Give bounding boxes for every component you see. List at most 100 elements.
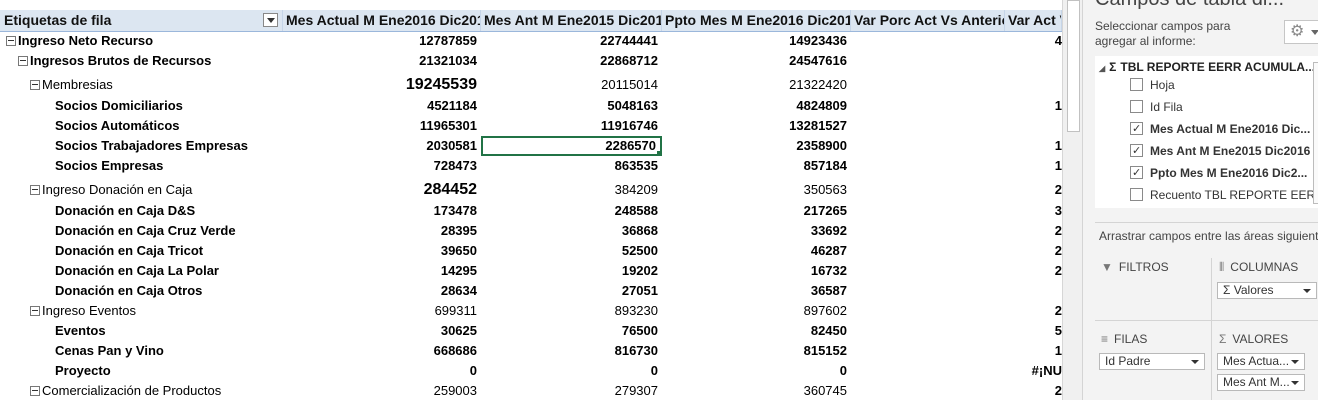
value-cell[interactable] <box>851 96 1005 116</box>
value-cell[interactable]: 33692 <box>662 221 851 241</box>
vertical-scrollbar[interactable] <box>1062 0 1083 400</box>
value-cell[interactable] <box>851 301 1005 321</box>
value-cell[interactable]: 248588 <box>481 201 662 221</box>
header-row-labels[interactable]: Etiquetas de fila <box>0 10 283 31</box>
row-label[interactable]: Membresias <box>0 73 283 96</box>
collapse-icon[interactable] <box>30 305 40 316</box>
field-item[interactable]: Id Fila <box>1130 98 1183 116</box>
field-checkbox[interactable] <box>1130 100 1143 114</box>
value-cell[interactable]: 2 <box>1005 178 1062 201</box>
value-cell[interactable]: 0 <box>283 361 481 381</box>
value-cell[interactable]: 22868712 <box>481 51 662 71</box>
value-cell[interactable] <box>851 381 1005 400</box>
value-cell[interactable]: 284452 <box>283 178 481 201</box>
value-cell[interactable]: 893230 <box>481 301 662 321</box>
field-item[interactable]: Ppto Mes M Ene2016 Dic2... <box>1130 164 1307 182</box>
value-cell[interactable] <box>1005 116 1062 136</box>
collapse-icon[interactable] <box>30 184 40 195</box>
collapse-icon[interactable] <box>30 79 40 90</box>
field-checkbox[interactable] <box>1130 188 1143 202</box>
row-label[interactable]: Socios Domiciliarios <box>0 96 283 116</box>
value-cell[interactable] <box>851 116 1005 136</box>
value-cell[interactable]: 19202 <box>481 261 662 281</box>
row-label[interactable]: Donación en Caja Cruz Verde <box>0 221 283 241</box>
value-cell[interactable]: 816730 <box>481 341 662 361</box>
value-cell[interactable]: 24547616 <box>662 51 851 71</box>
row-label[interactable]: Proyecto <box>0 361 283 381</box>
table-node[interactable]: ◢ Σ TBL REPORTE EERR ACUMULA... <box>1099 60 1315 74</box>
value-cell[interactable] <box>851 321 1005 341</box>
field-checkbox[interactable] <box>1130 164 1143 182</box>
value-cell[interactable]: 1 <box>1005 136 1062 156</box>
value-cell[interactable]: 5 <box>1005 321 1062 341</box>
valores-item-1-dropdown[interactable]: Mes Actua... <box>1217 353 1305 370</box>
field-checkbox[interactable] <box>1130 78 1143 92</box>
row-label[interactable]: Ingresos Brutos de Recursos <box>0 51 283 71</box>
value-cell[interactable] <box>1005 51 1062 71</box>
row-label[interactable]: Cenas Pan y Vino <box>0 341 283 361</box>
field-checkbox[interactable] <box>1130 120 1143 138</box>
row-label[interactable]: Socios Empresas <box>0 156 283 176</box>
field-item[interactable]: Mes Ant M Ene2015 Dic2016 <box>1130 142 1310 160</box>
collapse-icon[interactable] <box>30 385 40 396</box>
field-checkbox[interactable] <box>1130 142 1143 160</box>
value-cell[interactable]: 173478 <box>283 201 481 221</box>
value-cell[interactable] <box>851 51 1005 71</box>
value-cell[interactable]: 2358900 <box>662 136 851 156</box>
value-cell[interactable]: 39650 <box>283 241 481 261</box>
value-cell[interactable]: 19245539 <box>283 73 481 96</box>
valores-item-2-dropdown[interactable]: Mes Ant M... <box>1217 374 1305 391</box>
row-label[interactable]: Donación en Caja Otros <box>0 281 283 301</box>
value-cell[interactable] <box>851 31 1005 51</box>
header-var-porc[interactable]: Var Porc Act Vs Anterior <box>851 10 1005 31</box>
value-cell[interactable]: 217265 <box>662 201 851 221</box>
value-cell[interactable] <box>851 73 1005 96</box>
value-cell[interactable]: 21321034 <box>283 51 481 71</box>
collapse-icon[interactable] <box>18 55 28 66</box>
value-cell[interactable] <box>1005 73 1062 96</box>
row-labels-filter-button[interactable] <box>263 13 278 27</box>
value-cell[interactable]: 14923436 <box>662 31 851 51</box>
header-mes-actual[interactable]: Mes Actual M Ene2016 Dic2016 <box>283 10 481 31</box>
value-cell[interactable]: 728473 <box>283 156 481 176</box>
value-cell[interactable]: 863535 <box>481 156 662 176</box>
value-cell[interactable]: 350563 <box>662 178 851 201</box>
value-cell[interactable]: 0 <box>662 361 851 381</box>
value-cell[interactable]: 28395 <box>283 221 481 241</box>
value-cell[interactable]: 52500 <box>481 241 662 261</box>
value-cell[interactable] <box>851 361 1005 381</box>
value-cell[interactable] <box>851 136 1005 156</box>
value-cell[interactable]: 0 <box>481 361 662 381</box>
value-cell[interactable]: 668686 <box>283 341 481 361</box>
value-cell[interactable]: 2 <box>1005 381 1062 400</box>
value-cell[interactable]: 30625 <box>283 321 481 341</box>
row-label[interactable]: Donación en Caja D&S <box>0 201 283 221</box>
field-list-settings-button[interactable]: ⚙ <box>1284 20 1318 44</box>
value-cell[interactable]: 4521184 <box>283 96 481 116</box>
value-cell[interactable]: 2 <box>1005 241 1062 261</box>
value-cell[interactable]: 699311 <box>283 301 481 321</box>
value-cell[interactable]: 2286570 <box>481 136 662 156</box>
value-cell[interactable]: #¡NU <box>1005 361 1062 381</box>
value-cell[interactable]: 28634 <box>283 281 481 301</box>
value-cell[interactable]: 12787859 <box>283 31 481 51</box>
scrollbar-thumb[interactable] <box>1067 0 1080 132</box>
row-label[interactable]: Donación en Caja Tricot <box>0 241 283 261</box>
field-item[interactable]: Mes Actual M Ene2016 Dic... <box>1130 120 1310 138</box>
columnas-valores-dropdown[interactable]: Σ Valores <box>1217 282 1317 299</box>
row-label[interactable]: Socios Trabajadores Empresas <box>0 136 283 156</box>
header-mes-ant[interactable]: Mes Ant M Ene2015 Dic2016 <box>481 10 662 31</box>
header-ppto-mes[interactable]: Ppto Mes M Ene2016 Dic2016 <box>662 10 851 31</box>
value-cell[interactable]: 36868 <box>481 221 662 241</box>
value-cell[interactable] <box>1005 281 1062 301</box>
row-label[interactable]: Donación en Caja La Polar <box>0 261 283 281</box>
value-cell[interactable]: 897602 <box>662 301 851 321</box>
value-cell[interactable]: 46287 <box>662 241 851 261</box>
value-cell[interactable]: 2 <box>1005 221 1062 241</box>
row-label[interactable]: Ingreso Neto Recurso <box>0 31 283 51</box>
header-var-act[interactable]: Var Act Vs <box>1005 10 1062 31</box>
value-cell[interactable] <box>851 281 1005 301</box>
value-cell[interactable]: 1 <box>1005 156 1062 176</box>
field-list-scrollbar[interactable] <box>1313 62 1318 204</box>
value-cell[interactable]: 384209 <box>481 178 662 201</box>
